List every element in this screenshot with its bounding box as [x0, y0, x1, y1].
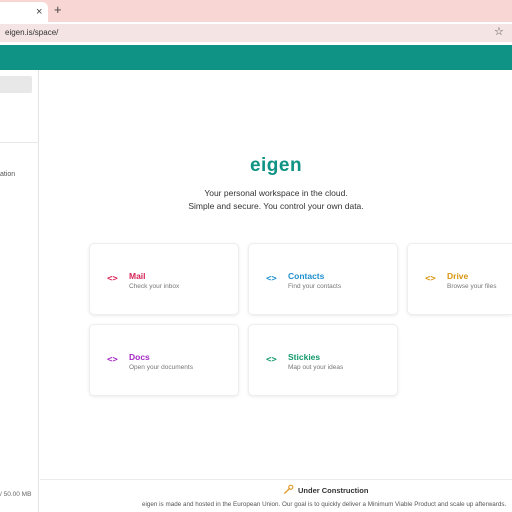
app-card-stickies[interactable]: <> Stickies Map out your ideas [248, 324, 398, 396]
card-title: Stickies [288, 352, 321, 362]
url-field[interactable]: eigen.is/space/ ☆ [0, 24, 512, 42]
tagline: Your personal workspace in the cloud. Si… [40, 187, 512, 213]
card-title: Mail [129, 271, 146, 281]
card-subtitle: Map out your ideas [288, 364, 344, 371]
footer-text: eigen is made and hosted in the European… [142, 501, 507, 508]
browser-tab-strip: × + [0, 0, 512, 22]
code-icon: <> [266, 355, 277, 365]
card-title: Drive [447, 271, 469, 281]
card-title: Docs [129, 352, 150, 362]
eigen-logo: eigen [249, 155, 303, 176]
sidebar-item-label[interactable]: ation [0, 171, 15, 178]
app-card-mail[interactable]: <> Mail Check your inbox [89, 243, 239, 315]
code-icon: <> [266, 274, 277, 284]
footer-title: Under Construction [298, 486, 369, 495]
main-content: eigen Your personal workspace in the clo… [40, 70, 512, 512]
close-tab-icon[interactable]: × [36, 5, 42, 19]
app-card-contacts[interactable]: <> Contacts Find your contacts [248, 243, 398, 315]
code-icon: <> [107, 274, 118, 284]
sidebar-item-active[interactable] [0, 76, 32, 93]
address-bar: eigen.is/space/ ☆ [0, 22, 512, 44]
app-card-drive[interactable]: <> Drive Browse your files [407, 243, 512, 315]
code-icon: <> [107, 355, 118, 365]
construction-icon [284, 484, 294, 494]
app-top-bar [0, 45, 512, 70]
bookmark-star-icon[interactable]: ☆ [494, 25, 504, 39]
storage-usage: / 50.00 MB [0, 491, 32, 498]
card-title: Contacts [288, 271, 325, 281]
card-subtitle: Open your documents [129, 364, 193, 371]
code-icon: <> [425, 274, 436, 284]
card-subtitle: Browse your files [447, 283, 497, 290]
browser-tab[interactable]: × [0, 2, 48, 22]
app-card-docs[interactable]: <> Docs Open your documents [89, 324, 239, 396]
footer-divider [40, 479, 512, 480]
tagline-line-1: Your personal workspace in the cloud. [204, 188, 348, 198]
url-text: eigen.is/space/ [5, 28, 59, 37]
new-tab-icon[interactable]: + [54, 3, 62, 17]
sidebar-divider [0, 142, 39, 143]
sidebar: ation / 50.00 MB [0, 70, 39, 512]
card-subtitle: Check your inbox [129, 283, 180, 290]
tagline-line-2: Simple and secure. You control your own … [188, 201, 364, 211]
card-subtitle: Find your contacts [288, 283, 342, 290]
